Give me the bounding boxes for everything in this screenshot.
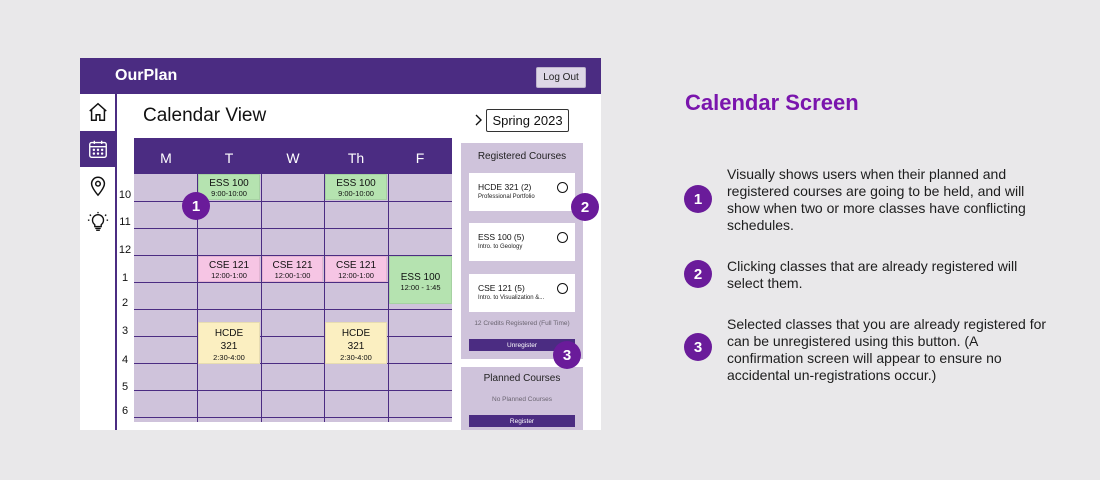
description-3: Selected classes that you are already re… xyxy=(727,316,1047,383)
planned-courses-panel: Planned Courses No Planned Courses Regis… xyxy=(461,367,583,430)
hour-label: 1 xyxy=(121,272,129,284)
grid-line xyxy=(134,336,452,337)
grid-line xyxy=(134,390,452,391)
event-name: ESS 100 xyxy=(209,178,249,189)
event-name: ESS 100 xyxy=(400,272,441,283)
event-name: CSE 121 xyxy=(335,260,377,271)
semester-selector[interactable]: Spring 2023 xyxy=(486,109,569,132)
registered-courses-title: Registered Courses xyxy=(477,151,567,162)
description-1: Visually shows users when their planned … xyxy=(727,166,1026,233)
event-time: 12:00-1:00 xyxy=(338,271,374,280)
event-name: CSE 121 xyxy=(272,260,313,271)
grid-line xyxy=(134,228,452,229)
day-thursday: Th xyxy=(347,150,365,166)
event-name: HCDE 321 xyxy=(214,328,244,352)
registered-courses-panel: Registered Courses HCDE 321 (2) Professi… xyxy=(461,143,583,359)
hour-label: 5 xyxy=(121,381,129,393)
side-nav xyxy=(80,94,117,430)
grid-line xyxy=(324,174,325,422)
course-card[interactable]: CSE 121 (5) Intro. to Visualization &... xyxy=(469,274,575,312)
day-wednesday: W xyxy=(286,150,300,166)
course-subtitle: Intro. to Visualization &... xyxy=(478,295,545,301)
chevron-right-icon[interactable] xyxy=(473,113,483,127)
calendar-icon xyxy=(88,140,107,158)
select-radio[interactable] xyxy=(557,182,568,193)
calendar-grid[interactable]: ESS 100 9:00-10:00 ESS 100 9:00-10:00 CS… xyxy=(134,174,452,422)
grid-line xyxy=(261,174,262,422)
event-time: 12:00-1:00 xyxy=(274,271,311,280)
event-time: 9:00-10:00 xyxy=(211,189,247,198)
map-pin-icon xyxy=(90,176,105,197)
calendar-event[interactable]: CSE 121 12:00-1:00 xyxy=(325,256,387,282)
event-time: 9:00-10:00 xyxy=(338,189,374,198)
register-button[interactable]: Register xyxy=(469,415,575,427)
nav-calendar[interactable] xyxy=(80,131,115,167)
empty-state: No Planned Courses xyxy=(492,396,552,403)
course-name: ESS 100 (5) xyxy=(478,232,525,242)
hour-label: 4 xyxy=(121,354,129,366)
screen-title: Calendar Screen xyxy=(685,90,859,115)
annotation-badge-3: 3 xyxy=(553,341,581,369)
nav-home[interactable] xyxy=(80,94,115,130)
course-name: CSE 121 (5) xyxy=(478,283,525,293)
hour-label: 11 xyxy=(119,216,131,228)
calendar-event[interactable]: ESS 100 12:00 - 1:45 xyxy=(389,256,452,304)
logout-button[interactable]: Log Out xyxy=(536,67,586,88)
event-time: 12:00-1:00 xyxy=(211,271,247,280)
top-bar: OurPlan Log Out xyxy=(80,58,601,94)
hour-label: 2 xyxy=(121,297,129,309)
credits-summary: 12 Credits Registered (Full Time) xyxy=(474,320,570,327)
select-radio[interactable] xyxy=(557,283,568,294)
course-name: HCDE 321 (2) xyxy=(478,182,532,192)
description-badge-2: 2 xyxy=(684,260,712,288)
description-badge-3: 3 xyxy=(684,333,712,361)
event-name: HCDE 321 xyxy=(341,328,371,352)
nav-ideas[interactable] xyxy=(80,204,115,240)
select-radio[interactable] xyxy=(557,232,568,243)
description-badge-1: 1 xyxy=(684,185,712,213)
calendar-event[interactable]: ESS 100 9:00-10:00 xyxy=(198,174,260,200)
calendar-event[interactable]: ESS 100 9:00-10:00 xyxy=(325,174,387,200)
course-card[interactable]: ESS 100 (5) Intro. to Geology xyxy=(469,223,575,261)
page-title: Calendar View xyxy=(143,105,267,126)
calendar-event[interactable]: HCDE 321 2:30-4:00 xyxy=(198,322,260,364)
course-subtitle: Professional Portfolio xyxy=(478,194,535,200)
hour-label: 10 xyxy=(118,189,132,201)
calendar-event[interactable]: HCDE 321 2:30-4:00 xyxy=(325,322,387,364)
calendar-header: M T W Th F xyxy=(134,138,452,174)
annotation-badge-1: 1 xyxy=(182,192,210,220)
event-name: ESS 100 xyxy=(336,178,376,189)
grid-line xyxy=(134,309,452,310)
nav-map[interactable] xyxy=(80,168,115,204)
course-subtitle: Intro. to Geology xyxy=(478,244,523,250)
app-window: OurPlan Log Out Calendar View Spring 202… xyxy=(80,58,601,430)
description-2: Clicking classes that are already regist… xyxy=(727,258,1018,291)
planned-courses-title: Planned Courses xyxy=(483,373,561,384)
event-name: CSE 121 xyxy=(208,260,250,271)
calendar-event[interactable]: CSE 121 12:00-1:00 xyxy=(198,256,260,282)
brand-logo: OurPlan xyxy=(115,67,178,84)
hour-label: 6 xyxy=(121,405,129,417)
course-card[interactable]: HCDE 321 (2) Professional Portfolio xyxy=(469,173,575,211)
event-time: 12:00 - 1:45 xyxy=(400,283,441,292)
calendar-event[interactable]: CSE 121 12:00-1:00 xyxy=(262,256,323,282)
annotation-badge-2: 2 xyxy=(571,193,599,221)
hour-label: 12 xyxy=(118,244,132,256)
grid-line xyxy=(134,417,452,418)
event-time: 2:30-4:00 xyxy=(213,353,245,362)
hour-label: 3 xyxy=(121,325,129,337)
event-time: 2:30-4:00 xyxy=(340,353,372,362)
day-friday: F xyxy=(415,150,425,166)
home-icon xyxy=(88,102,107,121)
grid-line xyxy=(134,363,452,364)
lightbulb-icon xyxy=(87,211,108,231)
day-tuesday: T xyxy=(224,150,234,166)
day-monday: M xyxy=(160,150,172,166)
